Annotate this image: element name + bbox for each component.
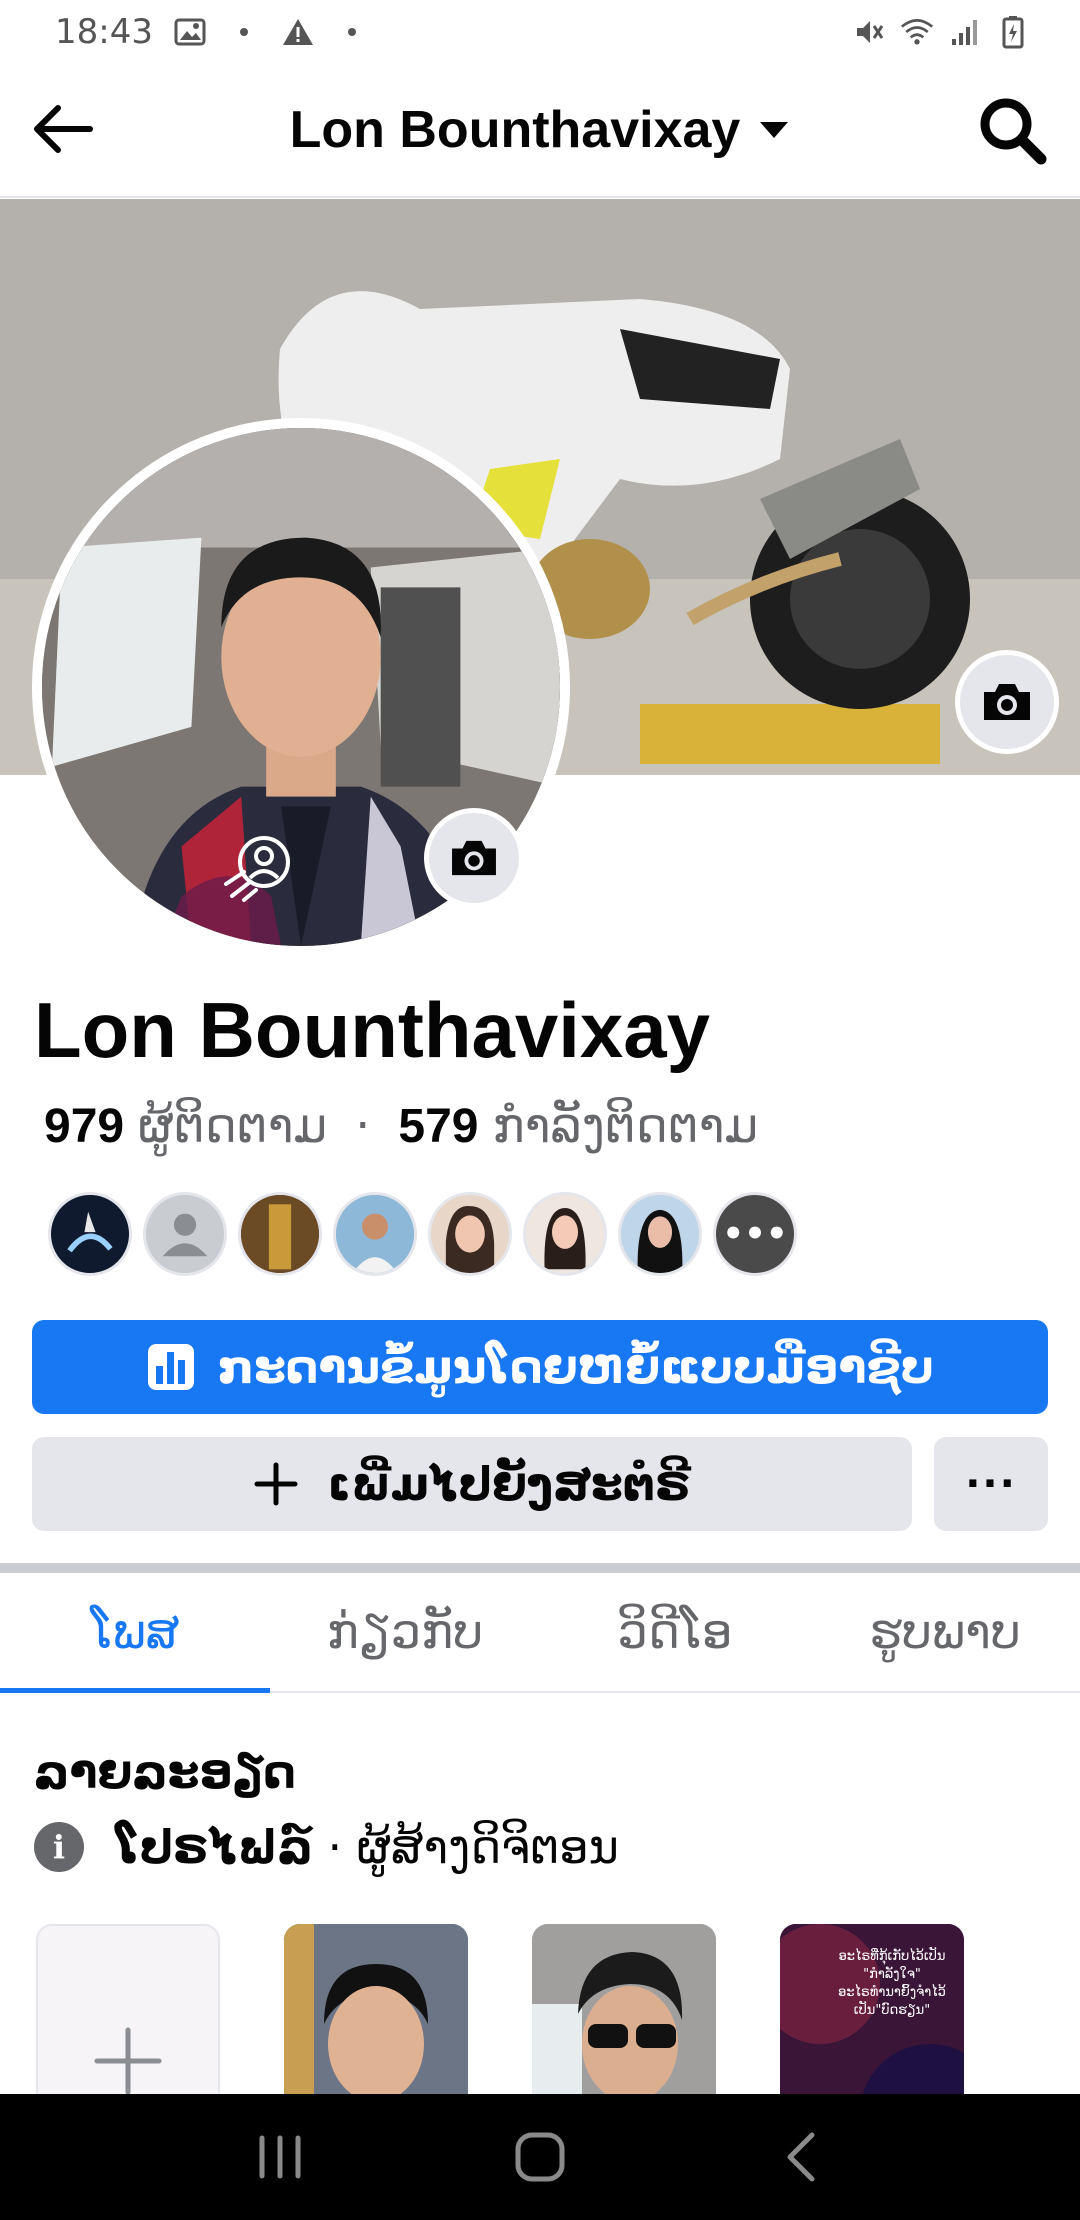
caret-down-icon — [760, 122, 789, 138]
edit-cover-button[interactable] — [955, 650, 1059, 754]
bar-chart-icon — [147, 1344, 194, 1390]
plus-icon — [254, 1462, 298, 1506]
search-button[interactable] — [974, 92, 1050, 168]
follow-stats[interactable]: 979 ຜູ້ຕິດຕາມ · 579 ກຳລັງຕິດຕາມ — [44, 1098, 758, 1154]
home-button[interactable] — [495, 2112, 585, 2202]
more-followers-label: ••• — [722, 1214, 788, 1254]
status-bar: 18:43 — [0, 0, 1080, 64]
add-to-story-label: ເພີ່ມໄປຍັງສະຕໍຣີ — [327, 1457, 691, 1511]
home-icon — [515, 2132, 565, 2182]
featured-photo[interactable] — [532, 1924, 716, 2094]
details-separator: · — [327, 1820, 343, 1874]
top-app-bar: Lon Bounthavixay — [0, 64, 1080, 198]
add-to-story-button[interactable]: ເພີ່ມໄປຍັງສະຕໍຣີ — [32, 1437, 912, 1531]
details-heading: ລາຍລະອຽດ — [34, 1745, 297, 1799]
profile-tabs: ໂພສ ກ່ຽວກັບ ວິດີໂອ ຮູບພາບ — [0, 1573, 1080, 1693]
profile-category: ຜູ້ສ້າງດິຈິຕອນ — [356, 1820, 619, 1874]
signal-icon — [948, 15, 982, 49]
follower-avatar[interactable] — [238, 1192, 322, 1276]
featured-photo[interactable] — [284, 1924, 468, 2094]
wifi-icon — [900, 15, 934, 49]
add-featured-button[interactable] — [36, 1924, 220, 2094]
info-icon: i — [34, 1822, 84, 1872]
default-user-icon — [147, 1196, 223, 1272]
tab-about[interactable]: ກ່ຽວກັບ — [270, 1573, 540, 1691]
chevron-left-icon — [787, 2132, 815, 2182]
follower-avatar[interactable] — [428, 1192, 512, 1276]
system-nav-bar — [0, 2094, 1080, 2220]
profile-title-dropdown[interactable]: Lon Bounthavixay — [0, 100, 1080, 160]
quote-line-3: ອະໄຣທຳນາຍິ້ງຈຳໄວ້ — [838, 1985, 946, 2000]
battery-icon — [996, 15, 1030, 49]
professional-dashboard-button[interactable]: ກະດານຂໍ້ມູນໂດຍຫຍໍ້ແບບມືອາຊີບ — [32, 1320, 1048, 1414]
status-time: 18:43 — [55, 12, 153, 52]
system-back-button[interactable] — [755, 2112, 845, 2202]
camera-icon — [452, 840, 496, 876]
app-bar-title: Lon Bounthavixay — [289, 101, 741, 159]
section-divider — [0, 1563, 1080, 1573]
search-icon — [980, 98, 1047, 165]
quote-line-2: "ກຳລັງໃຈ" — [863, 1967, 921, 1982]
followers-count: 979 — [44, 1100, 125, 1153]
quote-line-1: ອະໄຣທີ່ກຸ້ເກັບໄວ້ເປັນ — [838, 1949, 946, 1964]
dot-icon — [335, 15, 369, 49]
tab-photos[interactable]: ຮູບພາບ — [810, 1573, 1080, 1691]
more-options-label: ··· — [965, 1461, 1017, 1507]
plus-icon — [94, 2027, 162, 2094]
tab-posts[interactable]: ໂພສ — [0, 1573, 270, 1693]
follower-avatar[interactable] — [143, 1192, 227, 1276]
edit-profile-picture-button[interactable] — [424, 808, 524, 908]
recent-apps-button[interactable] — [235, 2112, 325, 2202]
tab-videos[interactable]: ວິດີໂອ — [540, 1573, 810, 1691]
follower-avatars[interactable]: ••• — [48, 1192, 797, 1276]
follower-avatar[interactable] — [333, 1192, 417, 1276]
stats-separator: · — [355, 1098, 371, 1154]
following-count: 579 — [398, 1100, 479, 1153]
camera-icon — [984, 684, 1030, 720]
recent-apps-icon — [259, 2135, 301, 2179]
follower-avatar[interactable] — [618, 1192, 702, 1276]
follower-avatar[interactable] — [48, 1192, 132, 1276]
follower-avatar[interactable] — [523, 1192, 607, 1276]
mute-icon — [852, 15, 886, 49]
featured-quote-text: ອະໄຣທີ່ກຸ້ເກັບໄວ້ເປັນ "ກຳລັງໃຈ" ອະໄຣທຳນາ… — [800, 1948, 984, 2020]
more-followers-button[interactable]: ••• — [713, 1192, 797, 1276]
image-icon — [173, 15, 207, 49]
dot-icon — [227, 15, 261, 49]
professional-mode-icon — [222, 828, 298, 904]
more-options-button[interactable]: ··· — [934, 1437, 1048, 1531]
following-label: ກຳລັງຕິດຕາມ — [492, 1098, 759, 1154]
profile-name: Lon Bounthavixay — [34, 986, 711, 1074]
profile-type-label: ໂປຣໄຟລ໌ — [116, 1820, 313, 1874]
dashboard-label: ກະດານຂໍ້ມູນໂດຍຫຍໍ້ແບບມືອາຊີບ — [217, 1340, 935, 1394]
quote-line-4: ເປັນ"ບົດຮຽນ" — [853, 2003, 931, 2018]
followers-label: ຜູ້ຕິດຕາມ — [138, 1098, 328, 1154]
warning-icon — [281, 15, 315, 49]
details-profile-type: i ໂປຣໄຟລ໌ · ຜູ້ສ້າງດິຈິຕອນ — [34, 1820, 619, 1874]
